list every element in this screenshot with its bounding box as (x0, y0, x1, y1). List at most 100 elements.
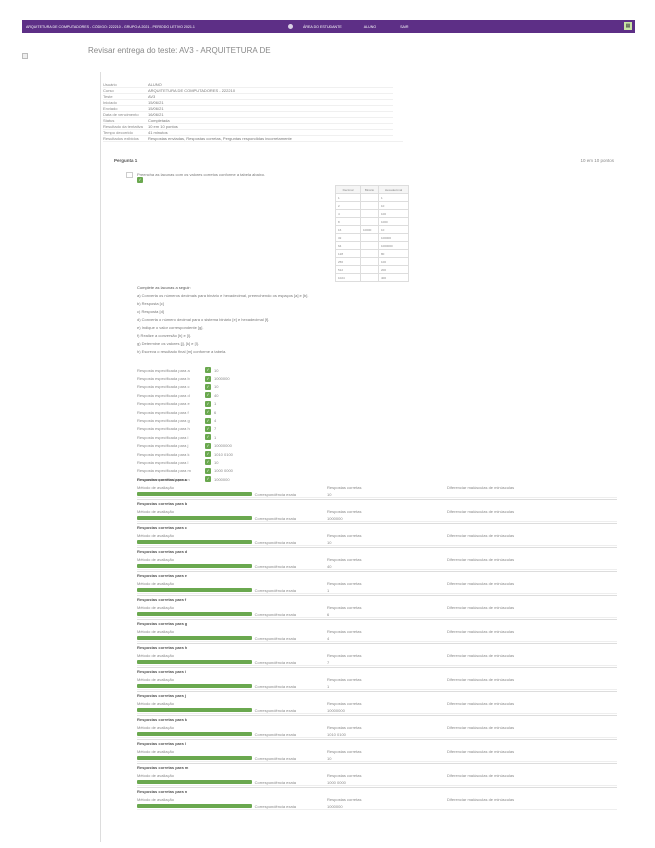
correct-check-icon: ✓ (205, 375, 211, 382)
collapse-menu-icon[interactable] (22, 53, 28, 59)
eval-cell: Correspondência exata (137, 731, 327, 737)
table-cell (360, 249, 379, 258)
response-row: Correspondência exata 1 (137, 587, 617, 594)
response-row: Correspondência exata 10 (137, 539, 617, 546)
eval-method: Correspondência exata (254, 611, 296, 617)
correct-answer: 7 (327, 660, 330, 665)
response-columns: Método de avaliação Respostas corretas Dif… (137, 796, 617, 803)
col-correct-header: Respostas corretas (327, 605, 362, 610)
section-label[interactable]: ÁREA DO ESTUDANTE (303, 25, 342, 29)
response-columns: Método de avaliação Respostas corretas Dif… (137, 484, 617, 491)
correct-check-icon (137, 660, 252, 664)
correct-check-icon: ✓ (205, 392, 211, 399)
answer-row: Resposta especificada para j ✓ 10000000 (137, 442, 277, 450)
col-correct-header: Respostas corretas (327, 677, 362, 682)
correct-answer: 1 (327, 588, 330, 593)
given-answers: Resposta especificada para a ✓ 10 Resposta … (137, 366, 277, 483)
info-label: Resultado da tentativa (103, 124, 143, 129)
correct-answer: 1000000 (327, 516, 343, 521)
correct-answer: 4 (327, 636, 330, 641)
eval-cell: Correspondência exata (137, 515, 327, 521)
instruction-line: a) Converta os números decimais para bin… (137, 293, 309, 298)
table-cell (360, 201, 379, 210)
eval-cell: Correspondência exata (137, 587, 327, 593)
col-case-header: Diferenciar maiúsculas de minúsculas (447, 605, 515, 610)
course-title[interactable]: ARQUITETURA DE COMPUTADORES - CÓDIGO: 22… (26, 25, 284, 29)
response-row: Correspondência exata 1000000 (137, 803, 617, 810)
eval-cell: Correspondência exata (137, 539, 327, 545)
col-case-header: Diferenciar maiúsculas de minúsculas (447, 701, 515, 706)
eval-method: Correspondência exata (254, 755, 296, 761)
correct-check-icon (137, 492, 252, 496)
response-columns: Método de avaliação Respostas corretas Dif… (137, 652, 617, 659)
correct-check-icon (137, 684, 252, 688)
answer-value: 1010 0100 (214, 451, 233, 457)
response-columns: Método de avaliação Respostas corretas Dif… (137, 556, 617, 563)
correct-responses: Respostas corretas para a Método de avali… (137, 476, 617, 810)
info-value: Completada (148, 118, 170, 123)
eval-method: Correspondência exata (254, 515, 296, 521)
table-cell (360, 265, 379, 274)
response-row: Correspondência exata 10 (137, 491, 617, 498)
info-value: ARQUITETURA DE COMPUTADORES - 222210 (148, 88, 236, 93)
table-cell: 100000 (378, 233, 409, 242)
response-title: Respostas corretas para h (137, 645, 188, 650)
answer-value: 1 (214, 434, 217, 440)
answer-row: Resposta especificada para m ✓ 1000 0000 (137, 467, 277, 475)
instruction-line: b) Resposta [c] (137, 301, 164, 306)
response-title: Respostas corretas para b (137, 501, 188, 506)
answer-label: Resposta especificada para b (137, 376, 190, 382)
table-row: 16 10000 10 (335, 225, 409, 234)
table-cell: 4 (335, 209, 361, 218)
table-cell: 10 (378, 201, 409, 210)
correct-check-icon: ✓ (205, 367, 211, 374)
eval-method: Correspondência exata (254, 683, 296, 689)
response-columns: Método de avaliação Respostas corretas Dif… (137, 628, 617, 635)
instruction-line: d) Converta o número decimal para o sist… (137, 317, 270, 322)
table-cell (360, 241, 379, 250)
col-case-header: Diferenciar maiúsculas de minúsculas (447, 749, 515, 754)
table-cell: 1000 (378, 217, 409, 226)
info-label: Enviado (103, 106, 118, 111)
attempt-info: Usuário ALUNO Curso ARQUITETURA DE COMPUTAD… (103, 82, 403, 142)
response-block: Respostas corretas para m Método de avali… (137, 763, 617, 786)
table-cell: 32 (335, 233, 361, 242)
info-label: Teste (103, 94, 113, 99)
correct-answer: 10000000 (327, 708, 345, 713)
instruction-line: c) Resposta [d] (137, 309, 164, 314)
col-correct-header: Respostas corretas (327, 533, 362, 538)
info-label: Data de vencimento (103, 112, 139, 117)
col-correct-header: Respostas corretas (327, 773, 362, 778)
response-row: Correspondência exata 4 (137, 635, 617, 642)
col-case-header: Diferenciar maiúsculas de minúsculas (447, 533, 515, 538)
correct-check-icon (137, 708, 252, 712)
answer-row: Resposta especificada para g ✓ 4 (137, 416, 277, 424)
statement-text: Preencha as lacunas com os valores corre… (137, 172, 266, 177)
logout-link[interactable]: SAIR (400, 25, 408, 29)
response-row: Correspondência exata 10 (137, 755, 617, 762)
response-title: Respostas corretas para f (137, 597, 187, 602)
answer-label: Resposta especificada para i (137, 434, 189, 440)
answer-row: Resposta especificada para b ✓ 1000000 (137, 374, 277, 382)
response-columns: Método de avaliação Respostas corretas Dif… (137, 772, 617, 779)
info-value: Respostas enviadas, Respostas corretas, … (148, 136, 292, 141)
response-block: Respostas corretas para n Método de avali… (137, 787, 617, 810)
user-label[interactable]: ALUNO (364, 25, 376, 29)
response-columns: Método de avaliação Respostas corretas Dif… (137, 748, 617, 755)
app-logo-icon[interactable]: ▦ (624, 22, 632, 30)
table-cell: 10 (378, 225, 409, 234)
response-title: Respostas corretas para j (137, 693, 186, 698)
answer-label: Resposta especificada para f (137, 409, 189, 415)
correct-answer: 1000 0000 (327, 780, 346, 785)
col-correct-header: Respostas corretas (327, 557, 362, 562)
response-block: Respostas corretas para g Método de avali… (137, 619, 617, 642)
table-cell (360, 273, 379, 282)
answer-row: Resposta especificada para d ✓ 40 (137, 391, 277, 399)
answer-row: Resposta especificada para h ✓ 7 (137, 425, 277, 433)
info-value: 15/06/21 (148, 100, 164, 105)
info-label: Tempo decorrido (103, 130, 133, 135)
table-row: 32 100000 (335, 233, 409, 242)
answer-value: 6 (214, 409, 217, 415)
correct-check-icon: ✓ (205, 409, 211, 416)
table-header-cell: Binário (360, 185, 379, 194)
